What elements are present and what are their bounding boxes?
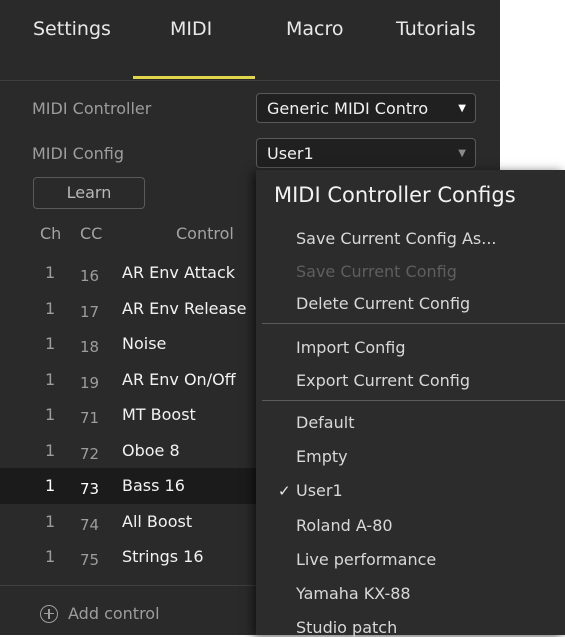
row-channel: 1	[45, 440, 56, 460]
midi-controller-configs-menu: MIDI Controller Configs Save Current Con…	[256, 170, 565, 637]
plus-circle-icon	[40, 604, 58, 623]
caret-down-icon: ▼	[458, 148, 466, 159]
add-control-button[interactable]: Add control	[40, 604, 160, 623]
tab-bar: Settings MIDI Macro Tutorials	[0, 0, 500, 80]
row-cc: 72	[80, 444, 100, 463]
table-row[interactable]: 1 19 AR Env On/Off	[0, 362, 260, 398]
midi-controller-label: MIDI Controller	[32, 99, 152, 118]
add-control-label: Add control	[68, 604, 160, 623]
tab-midi[interactable]: MIDI	[170, 14, 212, 44]
list-divider	[0, 585, 256, 586]
menu-item-import-config[interactable]: Import Config	[296, 338, 406, 357]
row-channel: 1	[45, 476, 56, 495]
table-row[interactable]: 1 72 Oboe 8	[0, 433, 260, 469]
row-control-name: AR Env Attack	[122, 263, 236, 282]
row-channel: 1	[45, 263, 56, 282]
midi-config-value: User1	[267, 144, 314, 163]
midi-controller-select[interactable]: Generic MIDI Contro ▼	[256, 93, 476, 123]
row-channel: 1	[45, 298, 56, 318]
row-cc: 71	[80, 409, 100, 427]
menu-separator	[262, 400, 565, 401]
menu-item-save-config-as[interactable]: Save Current Config As...	[296, 229, 497, 248]
column-header-cc: CC	[80, 224, 103, 243]
table-row[interactable]: 1 74 All Boost	[0, 504, 260, 540]
row-channel: 1	[45, 369, 56, 389]
table-row[interactable]: 1 18 Noise	[0, 326, 260, 362]
tab-divider	[0, 80, 500, 81]
menu-item-config[interactable]: Yamaha KX-88	[296, 584, 411, 603]
row-channel: 1	[45, 547, 56, 566]
menu-item-config[interactable]: User1	[296, 481, 343, 500]
table-row[interactable]: 1 17 AR Env Release	[0, 291, 260, 327]
menu-item-config[interactable]: Roland A-80	[296, 516, 393, 535]
row-control-name: Bass 16	[122, 476, 185, 495]
tab-macro[interactable]: Macro	[286, 14, 344, 44]
row-cc: 16	[80, 267, 100, 285]
menu-title: MIDI Controller Configs	[274, 183, 516, 207]
row-cc: 73	[80, 480, 100, 498]
row-channel: 1	[45, 511, 56, 531]
table-row[interactable]: 1 73 Bass 16	[0, 468, 260, 504]
row-cc: 75	[80, 551, 100, 569]
row-channel: 1	[45, 334, 56, 353]
column-header-ch: Ch	[40, 224, 62, 243]
table-row[interactable]: 1 75 Strings 16	[0, 539, 260, 575]
row-control-name: Oboe 8	[122, 440, 180, 460]
menu-item-export-config[interactable]: Export Current Config	[296, 371, 470, 390]
active-tab-indicator	[133, 76, 255, 79]
row-control-name: Noise	[122, 334, 167, 353]
menu-separator	[262, 323, 565, 324]
row-control-name: MT Boost	[122, 405, 196, 424]
menu-item-config[interactable]: Live performance	[296, 550, 436, 569]
tab-tutorials[interactable]: Tutorials	[396, 14, 476, 44]
row-cc: 17	[80, 302, 100, 321]
row-channel: 1	[45, 405, 56, 424]
table-row[interactable]: 1 16 AR Env Attack	[0, 255, 260, 291]
learn-button[interactable]: Learn	[33, 177, 145, 209]
caret-down-icon: ▼	[458, 103, 466, 114]
midi-config-select[interactable]: User1 ▼	[256, 138, 476, 168]
row-cc: 74	[80, 515, 100, 534]
menu-item-config[interactable]: Empty	[296, 447, 348, 466]
tab-settings[interactable]: Settings	[33, 14, 111, 44]
checkmark-icon: ✓	[278, 482, 291, 501]
menu-item-save-config: Save Current Config	[296, 262, 457, 281]
row-control-name: AR Env Release	[122, 298, 247, 318]
midi-controller-value: Generic MIDI Contro	[267, 99, 429, 118]
row-control-name: All Boost	[122, 511, 193, 531]
row-control-name: AR Env On/Off	[122, 369, 236, 389]
row-cc: 18	[80, 338, 100, 356]
menu-item-delete-config[interactable]: Delete Current Config	[296, 294, 470, 313]
row-cc: 19	[80, 373, 100, 392]
control-mapping-list: 1 16 AR Env Attack 1 17 AR Env Release 1 18 Nois…	[0, 255, 260, 575]
row-control-name: Strings 16	[122, 547, 204, 566]
menu-item-config[interactable]: Studio patch	[296, 618, 397, 637]
column-header-control: Control	[176, 224, 234, 243]
midi-config-label: MIDI Config	[32, 144, 124, 163]
table-row[interactable]: 1 71 MT Boost	[0, 397, 260, 433]
menu-item-config[interactable]: Default	[296, 413, 354, 432]
